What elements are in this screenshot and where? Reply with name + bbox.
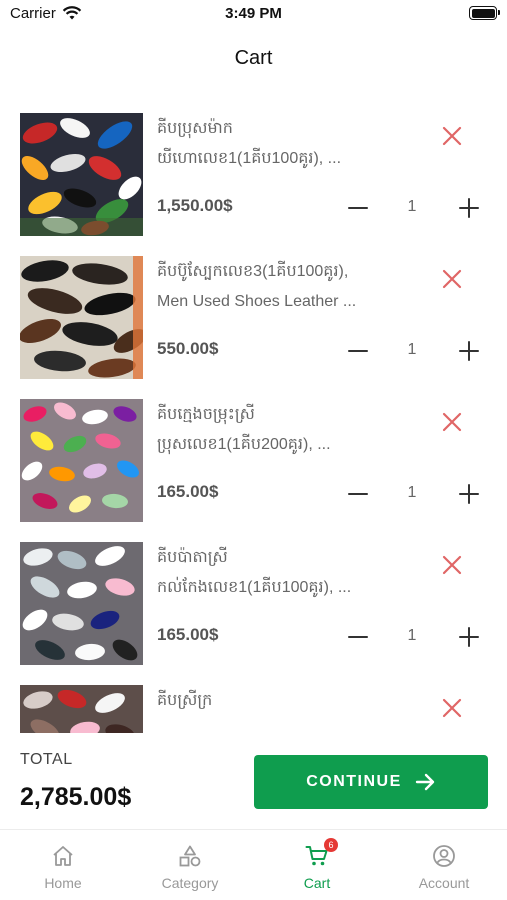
cart-item[interactable]: គីបក្មេងចម្រុះស្រី ប្រុសលេខ1(1គីប200គូរ)… [0, 386, 507, 529]
product-image[interactable] [20, 542, 143, 665]
quantity-value: 1 [407, 484, 417, 501]
remove-item-button[interactable] [439, 552, 465, 578]
decrease-quantity-button[interactable] [346, 625, 370, 649]
quantity-value: 1 [407, 627, 417, 644]
quantity-value: 1 [407, 341, 417, 358]
product-name[interactable]: គីបប៊ូស្បែកលេខ3(1គីប100គូរ), Men Used Sh… [157, 257, 377, 317]
product-image[interactable] [20, 399, 143, 522]
item-price: 165.00$ [157, 625, 219, 644]
product-image[interactable] [20, 685, 143, 733]
product-name-line2: ប្រុសលេខ1(1គីប200គូរ), ... [157, 436, 331, 453]
product-name[interactable]: គីបស្រីក្រ [157, 686, 377, 716]
product-image[interactable] [20, 113, 143, 236]
product-name-line1: គីបស្រីក្រ [157, 692, 213, 709]
arrow-right-icon [415, 773, 434, 791]
status-time: 3:49 PM [225, 5, 282, 22]
cart-item[interactable]: គីបប៊ូស្បែកលេខ3(1គីប100គូរ), Men Used Sh… [0, 243, 507, 386]
increase-quantity-button[interactable] [457, 482, 481, 506]
product-name-line1: គីបប្រុសម៉ាក [157, 120, 233, 137]
page-title: Cart [234, 47, 273, 69]
product-name-line2: Men Used Shoes Leather ... [157, 293, 357, 310]
product-name-line2: កល់កែងលេខ1(1គីប100គូរ), ... [157, 579, 352, 596]
remove-item-button[interactable] [439, 123, 465, 149]
cart-item[interactable]: គីបប៉ាតាស្រី កល់កែងលេខ1(1គីប100គូរ), ...… [0, 529, 507, 672]
product-name[interactable]: គីបប្រុសម៉ាក យីហោលេខ1(1គីប100គូរ), ... [157, 114, 377, 174]
decrease-quantity-button[interactable] [346, 339, 370, 363]
total-value: 2,785.00$ [20, 783, 132, 811]
battery-icon [469, 6, 500, 20]
continue-button-label: CONTINUE [306, 773, 402, 790]
category-icon [179, 845, 201, 867]
product-name-line1: គីបក្មេងចម្រុះស្រី [157, 406, 255, 423]
product-name-line1: គីបប៊ូស្បែកលេខ3(1គីប100គូរ), [157, 263, 349, 280]
cart-count-badge: 6 [324, 838, 338, 852]
cart-item[interactable]: គីបស្រីក្រ [0, 672, 507, 733]
tab-category[interactable]: Category [127, 830, 253, 900]
status-bar: Carrier 3:49 PM [0, 0, 507, 30]
increase-quantity-button[interactable] [457, 339, 481, 363]
account-icon [433, 845, 455, 867]
product-name-line2: យីហោលេខ1(1គីប100គូរ), ... [157, 150, 342, 167]
increase-quantity-button[interactable] [457, 196, 481, 220]
remove-item-button[interactable] [439, 695, 465, 721]
product-name-line1: គីបប៉ាតាស្រី [157, 549, 228, 566]
tab-bar: Home Category Cart Account [0, 829, 507, 900]
tab-category-label: Category [161, 875, 219, 891]
tab-home[interactable]: Home [0, 830, 126, 900]
decrease-quantity-button[interactable] [346, 196, 370, 220]
tab-cart-label: Cart [303, 875, 331, 891]
tab-cart[interactable]: Cart [254, 830, 380, 900]
item-price: 165.00$ [157, 482, 219, 501]
continue-button[interactable]: CONTINUE [254, 755, 488, 809]
cart-list[interactable]: គីបប្រុសម៉ាក យីហោលេខ1(1គីប100គូរ), ... 1… [0, 100, 507, 733]
product-name[interactable]: គីបប៉ាតាស្រី កល់កែងលេខ1(1គីប100គូរ), ... [157, 543, 377, 603]
cart-item[interactable]: គីបប្រុសម៉ាក យីហោលេខ1(1គីប100គូរ), ... 1… [0, 100, 507, 243]
remove-item-button[interactable] [439, 409, 465, 435]
quantity-value: 1 [407, 198, 417, 215]
item-price: 1,550.00$ [157, 196, 233, 215]
product-name[interactable]: គីបក្មេងចម្រុះស្រី ប្រុសលេខ1(1គីប200គូរ)… [157, 400, 377, 460]
tab-home-label: Home [44, 875, 82, 891]
product-image[interactable] [20, 256, 143, 379]
tab-account[interactable]: Account [381, 830, 507, 900]
item-price: 550.00$ [157, 339, 219, 358]
decrease-quantity-button[interactable] [346, 482, 370, 506]
home-icon [53, 846, 73, 866]
tab-account-label: Account [418, 875, 470, 891]
total-label: TOTAL [20, 751, 73, 768]
remove-item-button[interactable] [439, 266, 465, 292]
increase-quantity-button[interactable] [457, 625, 481, 649]
